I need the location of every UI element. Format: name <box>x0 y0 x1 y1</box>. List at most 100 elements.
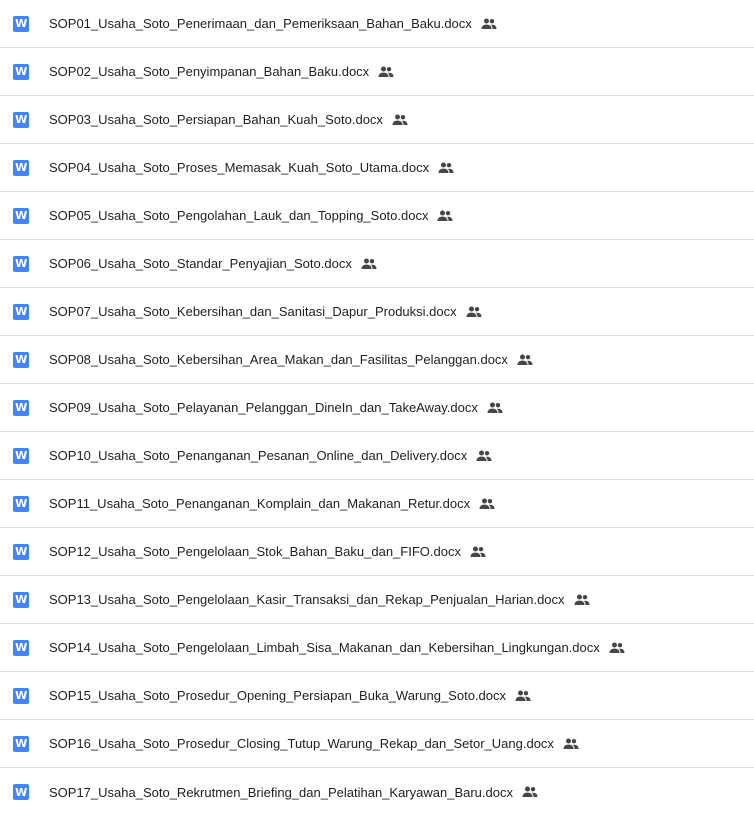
word-doc-icon-glyph: W <box>15 305 27 318</box>
file-row[interactable]: W SOP10_Usaha_Soto_Penanganan_Pesanan_On… <box>0 432 754 480</box>
file-name[interactable]: SOP08_Usaha_Soto_Kebersihan_Area_Makan_d… <box>49 352 508 367</box>
file-name[interactable]: SOP07_Usaha_Soto_Kebersihan_dan_Sanitasi… <box>49 304 457 319</box>
file-name[interactable]: SOP03_Usaha_Soto_Persiapan_Bahan_Kuah_So… <box>49 112 383 127</box>
word-doc-icon-glyph: W <box>15 689 27 702</box>
word-doc-icon: W <box>13 591 29 608</box>
word-doc-icon: W <box>13 255 29 272</box>
shared-people-icon <box>392 114 408 126</box>
file-name-wrap: SOP11_Usaha_Soto_Penanganan_Komplain_dan… <box>49 496 495 511</box>
shared-people-icon <box>479 498 495 510</box>
file-row[interactable]: W SOP04_Usaha_Soto_Proses_Memasak_Kuah_S… <box>0 144 754 192</box>
file-name[interactable]: SOP06_Usaha_Soto_Standar_Penyajian_Soto.… <box>49 256 352 271</box>
file-name-wrap: SOP05_Usaha_Soto_Pengolahan_Lauk_dan_Top… <box>49 208 453 223</box>
file-row[interactable]: W SOP08_Usaha_Soto_Kebersihan_Area_Makan… <box>0 336 754 384</box>
shared-people-icon <box>563 738 579 750</box>
word-doc-icon-glyph: W <box>15 161 27 174</box>
file-name[interactable]: SOP15_Usaha_Soto_Prosedur_Opening_Persia… <box>49 688 506 703</box>
file-name[interactable]: SOP10_Usaha_Soto_Penanganan_Pesanan_Onli… <box>49 448 467 463</box>
word-doc-icon-glyph: W <box>15 17 27 30</box>
word-doc-icon-glyph: W <box>15 545 27 558</box>
file-name[interactable]: SOP11_Usaha_Soto_Penanganan_Komplain_dan… <box>49 496 470 511</box>
shared-people-icon <box>361 258 377 270</box>
file-row[interactable]: W SOP12_Usaha_Soto_Pengelolaan_Stok_Baha… <box>0 528 754 576</box>
file-row[interactable]: W SOP02_Usaha_Soto_Penyimpanan_Bahan_Bak… <box>0 48 754 96</box>
word-doc-icon: W <box>13 399 29 416</box>
file-row[interactable]: W SOP16_Usaha_Soto_Prosedur_Closing_Tutu… <box>0 720 754 768</box>
shared-people-icon <box>470 546 486 558</box>
file-name-wrap: SOP14_Usaha_Soto_Pengelolaan_Limbah_Sisa… <box>49 640 625 655</box>
word-doc-icon: W <box>13 303 29 320</box>
shared-people-icon <box>481 18 497 30</box>
shared-people-icon <box>466 306 482 318</box>
shared-people-icon <box>609 642 625 654</box>
file-row[interactable]: W SOP03_Usaha_Soto_Persiapan_Bahan_Kuah_… <box>0 96 754 144</box>
word-doc-icon: W <box>13 351 29 368</box>
file-name-wrap: SOP03_Usaha_Soto_Persiapan_Bahan_Kuah_So… <box>49 112 408 127</box>
word-doc-icon: W <box>13 639 29 656</box>
word-doc-icon-glyph: W <box>15 353 27 366</box>
shared-people-icon <box>487 402 503 414</box>
word-doc-icon-glyph: W <box>15 401 27 414</box>
word-doc-icon: W <box>13 207 29 224</box>
shared-people-icon <box>517 354 533 366</box>
file-row[interactable]: W SOP06_Usaha_Soto_Standar_Penyajian_Sot… <box>0 240 754 288</box>
word-doc-icon: W <box>13 447 29 464</box>
file-name[interactable]: SOP16_Usaha_Soto_Prosedur_Closing_Tutup_… <box>49 736 554 751</box>
file-name[interactable]: SOP14_Usaha_Soto_Pengelolaan_Limbah_Sisa… <box>49 640 600 655</box>
file-name-wrap: SOP09_Usaha_Soto_Pelayanan_Pelanggan_Din… <box>49 400 503 415</box>
word-doc-icon: W <box>13 111 29 128</box>
file-row[interactable]: W SOP17_Usaha_Soto_Rekrutmen_Briefing_da… <box>0 768 754 816</box>
word-doc-icon-glyph: W <box>15 449 27 462</box>
file-name-wrap: SOP02_Usaha_Soto_Penyimpanan_Bahan_Baku.… <box>49 64 394 79</box>
word-doc-icon: W <box>13 784 29 800</box>
file-name[interactable]: SOP13_Usaha_Soto_Pengelolaan_Kasir_Trans… <box>49 592 565 607</box>
file-row[interactable]: W SOP07_Usaha_Soto_Kebersihan_dan_Sanita… <box>0 288 754 336</box>
shared-people-icon <box>574 594 590 606</box>
word-doc-icon-glyph: W <box>15 785 27 799</box>
file-list: W SOP01_Usaha_Soto_Penerimaan_dan_Pemeri… <box>0 0 754 816</box>
shared-people-icon <box>437 210 453 222</box>
shared-people-icon <box>378 66 394 78</box>
file-name[interactable]: SOP09_Usaha_Soto_Pelayanan_Pelanggan_Din… <box>49 400 478 415</box>
word-doc-icon-glyph: W <box>15 737 27 750</box>
word-doc-icon-glyph: W <box>15 641 27 654</box>
file-name-wrap: SOP01_Usaha_Soto_Penerimaan_dan_Pemeriks… <box>49 16 497 31</box>
file-name[interactable]: SOP12_Usaha_Soto_Pengelolaan_Stok_Bahan_… <box>49 544 461 559</box>
file-name-wrap: SOP17_Usaha_Soto_Rekrutmen_Briefing_dan_… <box>49 785 538 800</box>
file-name-wrap: SOP15_Usaha_Soto_Prosedur_Opening_Persia… <box>49 688 531 703</box>
file-name-wrap: SOP08_Usaha_Soto_Kebersihan_Area_Makan_d… <box>49 352 533 367</box>
word-doc-icon: W <box>13 159 29 176</box>
file-row[interactable]: W SOP13_Usaha_Soto_Pengelolaan_Kasir_Tra… <box>0 576 754 624</box>
file-row[interactable]: W SOP11_Usaha_Soto_Penanganan_Komplain_d… <box>0 480 754 528</box>
word-doc-icon-glyph: W <box>15 593 27 606</box>
file-name[interactable]: SOP01_Usaha_Soto_Penerimaan_dan_Pemeriks… <box>49 16 472 31</box>
file-name[interactable]: SOP02_Usaha_Soto_Penyimpanan_Bahan_Baku.… <box>49 64 369 79</box>
file-name[interactable]: SOP05_Usaha_Soto_Pengolahan_Lauk_dan_Top… <box>49 208 428 223</box>
file-name[interactable]: SOP04_Usaha_Soto_Proses_Memasak_Kuah_Sot… <box>49 160 429 175</box>
word-doc-icon-glyph: W <box>15 113 27 126</box>
file-name-wrap: SOP12_Usaha_Soto_Pengelolaan_Stok_Bahan_… <box>49 544 486 559</box>
shared-people-icon <box>515 690 531 702</box>
word-doc-icon: W <box>13 63 29 80</box>
word-doc-icon: W <box>13 543 29 560</box>
file-name[interactable]: SOP17_Usaha_Soto_Rekrutmen_Briefing_dan_… <box>49 785 513 800</box>
file-row[interactable]: W SOP09_Usaha_Soto_Pelayanan_Pelanggan_D… <box>0 384 754 432</box>
file-name-wrap: SOP13_Usaha_Soto_Pengelolaan_Kasir_Trans… <box>49 592 590 607</box>
file-row[interactable]: W SOP14_Usaha_Soto_Pengelolaan_Limbah_Si… <box>0 624 754 672</box>
shared-people-icon <box>476 450 492 462</box>
file-name-wrap: SOP07_Usaha_Soto_Kebersihan_dan_Sanitasi… <box>49 304 482 319</box>
word-doc-icon: W <box>13 735 29 752</box>
file-row[interactable]: W SOP05_Usaha_Soto_Pengolahan_Lauk_dan_T… <box>0 192 754 240</box>
file-name-wrap: SOP06_Usaha_Soto_Standar_Penyajian_Soto.… <box>49 256 377 271</box>
shared-people-icon <box>438 162 454 174</box>
word-doc-icon-glyph: W <box>15 257 27 270</box>
word-doc-icon-glyph: W <box>15 497 27 510</box>
word-doc-icon-glyph: W <box>15 209 27 222</box>
shared-people-icon <box>522 786 538 798</box>
word-doc-icon: W <box>13 495 29 512</box>
word-doc-icon-glyph: W <box>15 65 27 78</box>
file-name-wrap: SOP16_Usaha_Soto_Prosedur_Closing_Tutup_… <box>49 736 579 751</box>
file-name-wrap: SOP10_Usaha_Soto_Penanganan_Pesanan_Onli… <box>49 448 492 463</box>
file-row[interactable]: W SOP15_Usaha_Soto_Prosedur_Opening_Pers… <box>0 672 754 720</box>
file-row[interactable]: W SOP01_Usaha_Soto_Penerimaan_dan_Pemeri… <box>0 0 754 48</box>
